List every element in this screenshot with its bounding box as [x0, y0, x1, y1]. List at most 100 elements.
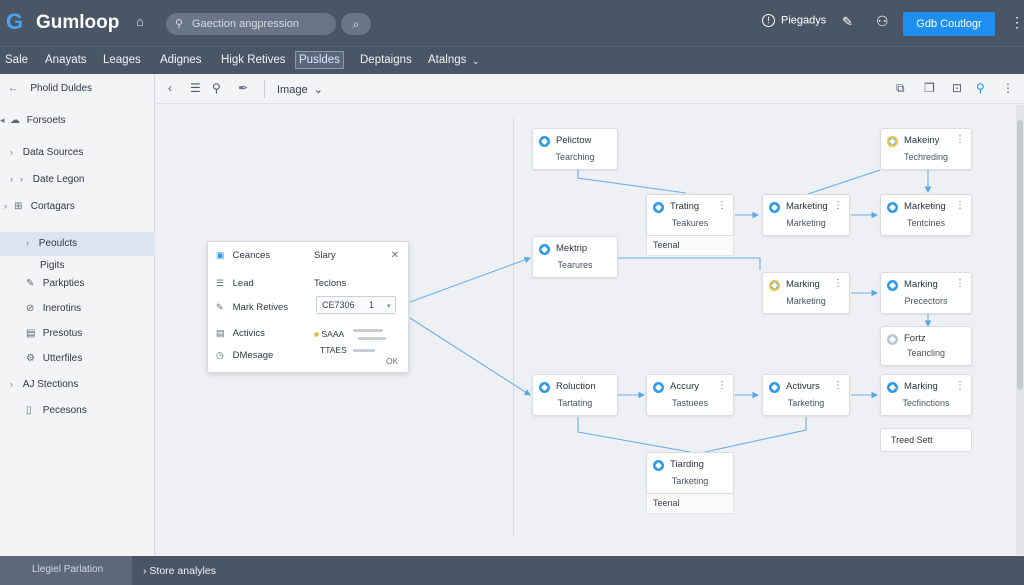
bottom-link[interactable]: › Store analyles: [143, 565, 216, 577]
main-nav: Sale Anayats Leages Adignes Higk Retives…: [0, 46, 1024, 74]
panel-row[interactable]: ◷ DMesage: [216, 350, 273, 361]
nav-item[interactable]: Adignes: [160, 54, 202, 66]
node-subtitle: Teancling: [906, 348, 946, 358]
workflow-node[interactable]: Pelictow Tearching: [532, 128, 618, 170]
sidebar-item-date-legon[interactable]: › › Date Legon: [10, 174, 85, 185]
sidebar-item-inerotins[interactable]: ⊘ Inerotins: [26, 303, 81, 314]
bottom-left-panel[interactable]: Llegiel Parlation: [0, 556, 132, 585]
panel-row[interactable]: ☰ Lead: [216, 278, 254, 289]
nav-item[interactable]: Sale: [5, 54, 28, 66]
more-vertical-icon[interactable]: ⋮: [1002, 81, 1014, 95]
chevron-down-icon: ▾: [387, 303, 391, 310]
workflow-node[interactable]: Activurs ⋮ Tarketing: [762, 374, 850, 416]
scrollbar-thumb[interactable]: [1017, 120, 1023, 390]
placeholder-bar: [358, 337, 386, 340]
layout-icon: ▤: [216, 328, 225, 338]
close-icon[interactable]: ✕: [391, 250, 399, 261]
more-vertical-icon[interactable]: ⋮: [955, 200, 965, 211]
chevron-down-icon[interactable]: ⌄: [472, 56, 480, 67]
nav-item[interactable]: Leages: [103, 54, 141, 66]
search-button[interactable]: ⌕: [341, 13, 371, 35]
node-config-panel: ▣ Ceances Slary ✕ ☰ Lead Teclons ✎ Mark …: [207, 241, 409, 373]
home-icon[interactable]: ⌂: [136, 15, 150, 29]
node-title: Pelictow: [556, 135, 592, 146]
panel-row-label: Activics: [232, 328, 265, 339]
list-icon[interactable]: ☰: [190, 81, 201, 95]
workflow-node[interactable]: Makeiny ⋮ Techreding: [880, 128, 972, 170]
more-vertical-icon[interactable]: ⋮: [1010, 14, 1024, 31]
more-vertical-icon[interactable]: ⋮: [955, 278, 965, 289]
sidebar-item-label: Presotus: [42, 328, 83, 339]
search-input[interactable]: ⚲ Gaection angpression: [166, 13, 336, 35]
workflow-node[interactable]: Tiarding Tarketing: [646, 452, 734, 494]
left-sidebar: ← Pholid Duldes ◂ ☁ Forsoets › Data Sourc…: [0, 74, 155, 556]
workflow-node[interactable]: Mektrip Tearures: [532, 236, 618, 278]
workflow-node-small[interactable]: Treed Sett: [880, 428, 972, 452]
canvas-scrollbar[interactable]: [1016, 105, 1024, 555]
workflow-node[interactable]: Trating ⋮ Teakures: [646, 194, 734, 236]
zoom-icon[interactable]: ⚲: [976, 81, 985, 95]
workflow-node[interactable]: Marking ⋮ Marketing: [762, 272, 850, 314]
workflow-node[interactable]: Fortz Teancling: [880, 326, 972, 366]
app-title[interactable]: Gumloop: [36, 12, 119, 34]
panel-select[interactable]: CE7306 1 ▾: [316, 296, 396, 314]
more-vertical-icon[interactable]: ⋮: [833, 380, 843, 391]
nav-item[interactable]: Atalngs: [428, 54, 466, 66]
back-arrow-icon[interactable]: ←: [8, 83, 22, 94]
workflow-node[interactable]: Roluction Tartating: [532, 374, 618, 416]
sidebar-item-peoulcts[interactable]: › Peoulcts: [26, 238, 77, 249]
search-icon[interactable]: ⚲: [212, 81, 221, 95]
tag-icon: ■: [314, 329, 320, 339]
settings-icon[interactable]: ⊡: [952, 81, 962, 95]
sidebar-item-forsoets[interactable]: ◂ ☁ Forsoets: [0, 115, 66, 126]
sidebar-item-pecesons[interactable]: ▯ Pecesons: [26, 405, 87, 416]
select-value: CE7306: [322, 300, 355, 310]
panel-tag: TTAES: [320, 345, 347, 355]
chevron-right-icon: ›: [20, 174, 23, 184]
workflow-node[interactable]: Marking ⋮ Tecfinctions: [880, 374, 972, 416]
chevron-right-icon: ›: [10, 174, 13, 184]
workflow-node[interactable]: Accury ⋮ Tastuees: [646, 374, 734, 416]
ok-button[interactable]: OK: [386, 356, 398, 366]
workflow-node[interactable]: Marking ⋮ Precectors: [880, 272, 972, 314]
pencil-icon: ✎: [216, 302, 224, 312]
notification-icon[interactable]: ✎: [842, 14, 853, 30]
sidebar-item-presotus[interactable]: ▤ Presotus: [26, 328, 82, 339]
app-logo[interactable]: G: [6, 11, 28, 33]
more-vertical-icon[interactable]: ⋮: [955, 134, 965, 145]
pen-icon[interactable]: ✒: [238, 81, 248, 95]
nav-item[interactable]: Higk Retives: [221, 54, 286, 66]
sidebar-item-pigits[interactable]: Pigits: [40, 260, 64, 271]
drag-handle-icon[interactable]: · · · · · · ·: [489, 85, 547, 94]
nav-item-active[interactable]: Pusldes: [295, 51, 344, 69]
nav-item[interactable]: Anayats: [45, 54, 87, 66]
sidebar-item-data-sources[interactable]: › Data Sources: [10, 147, 83, 158]
back-icon[interactable]: ‹: [168, 81, 172, 95]
primary-action-button[interactable]: Gdb Coutlogr: [903, 12, 995, 36]
export-icon[interactable]: ⧉: [896, 81, 905, 96]
help-link[interactable]: ! Piegadys: [762, 14, 826, 27]
more-vertical-icon[interactable]: ⋮: [717, 200, 727, 211]
node-footer-label: Teenal: [653, 498, 680, 508]
sidebar-item-label: AJ Stections: [22, 379, 79, 390]
nav-item[interactable]: Deptaigns: [360, 54, 412, 66]
panel-row[interactable]: ▤ Activics: [216, 328, 265, 339]
workflow-node[interactable]: Marketing ⋮ Marketing: [762, 194, 850, 236]
node-subtitle: Tearching: [555, 152, 595, 162]
more-vertical-icon[interactable]: ⋮: [717, 380, 727, 391]
copy-icon[interactable]: ❐: [924, 81, 935, 95]
node-icon: ▣: [216, 250, 225, 260]
more-vertical-icon[interactable]: ⋮: [833, 278, 843, 289]
more-vertical-icon[interactable]: ⋮: [833, 200, 843, 211]
grid-icon: ⊞: [14, 201, 23, 212]
sidebar-item-cortagars[interactable]: › ⊞ Cortagars: [4, 201, 75, 212]
sidebar-item-utterfiles[interactable]: ⚙ Utterfiles: [26, 353, 82, 364]
workflow-node[interactable]: Marketing ⋮ Tentcines: [880, 194, 972, 236]
user-icon[interactable]: ⚇: [876, 13, 889, 30]
sidebar-item-parkpties[interactable]: ✎ Parkpties: [26, 278, 84, 289]
node-subtitle: Tartating: [557, 398, 593, 408]
view-dropdown[interactable]: Image ⌄: [277, 83, 323, 96]
panel-row[interactable]: ✎ Mark Retives: [216, 302, 288, 313]
sidebar-item-aj-stections[interactable]: › AJ Stections: [10, 379, 78, 390]
more-vertical-icon[interactable]: ⋮: [955, 380, 965, 391]
